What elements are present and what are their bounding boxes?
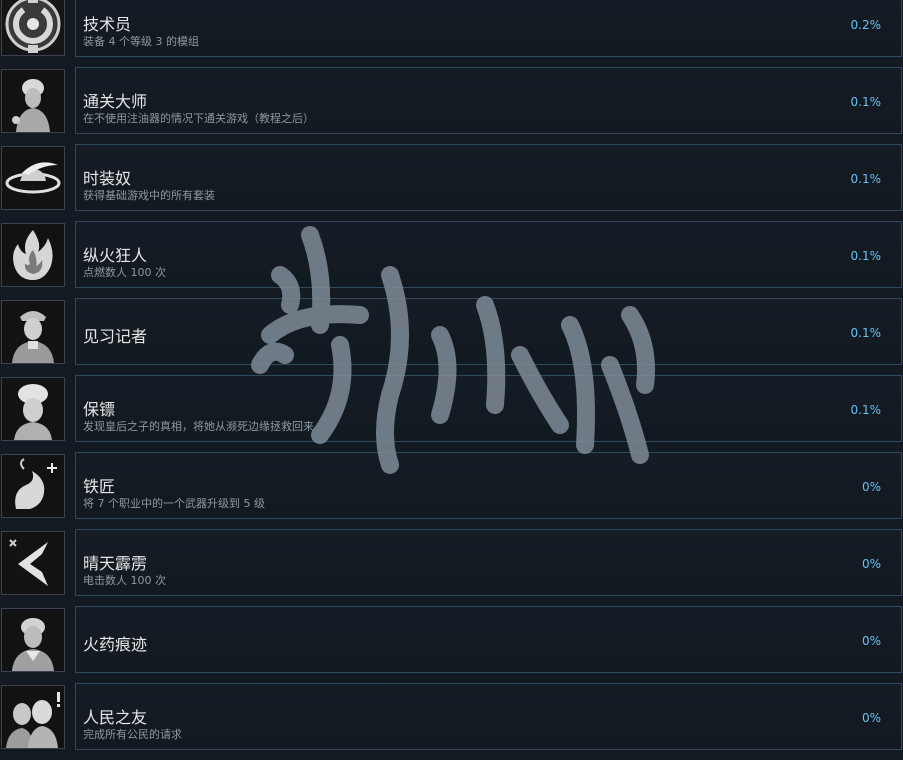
achievement-panel: 纵火狂人 点燃数人 100 次 0.1%: [75, 221, 902, 288]
gentleman-portrait-icon: [1, 608, 65, 672]
achievement-description: 点燃数人 100 次: [83, 266, 166, 279]
achievement-title: 晴天霹雳: [83, 554, 148, 573]
unlock-percentage: 0.1%: [850, 403, 882, 417]
queen-portrait-icon: [1, 377, 65, 441]
achievement-description: 完成所有公民的请求: [83, 728, 182, 741]
achievement-description: 将 7 个职业中的一个武器升级到 5 级: [83, 497, 265, 510]
achievement-description: 发现皇后之子的真相，将她从濒死边缘拯救回来: [83, 420, 314, 433]
achievement-panel: 铁匠 将 7 个职业中的一个武器升级到 5 级 0%: [75, 452, 902, 519]
achievement-title: 铁匠: [83, 477, 116, 496]
achievement-title: 火药痕迹: [83, 635, 148, 654]
achievement-title: 技术员: [83, 15, 132, 34]
achievement-row[interactable]: 火药痕迹 0%: [0, 606, 903, 683]
unlock-percentage: 0%: [861, 711, 881, 725]
achievement-title: 通关大师: [83, 92, 148, 111]
noble-lady-portrait-icon: [1, 69, 65, 133]
achievement-row[interactable]: 时装奴 获得基础游戏中的所有套装 0.1%: [0, 144, 903, 221]
reporter-portrait-icon: [1, 300, 65, 364]
achievement-row[interactable]: 铁匠 将 7 个职业中的一个武器升级到 5 级 0%: [0, 452, 903, 529]
unlock-percentage: 0%: [861, 634, 881, 648]
achievement-title: 纵火狂人: [83, 246, 148, 265]
achievement-title: 人民之友: [83, 708, 148, 727]
blacksmith-swirl-icon: [1, 454, 65, 518]
unlock-percentage: 0%: [861, 480, 881, 494]
achievement-panel: 通关大师 在不使用注油器的情况下通关游戏（教程之后） 0.1%: [75, 67, 902, 134]
achievement-title: 时装奴: [83, 169, 132, 188]
feathered-hat-icon: [1, 146, 65, 210]
achievement-description: 获得基础游戏中的所有套装: [83, 189, 215, 202]
achievement-panel: 时装奴 获得基础游戏中的所有套装 0.1%: [75, 144, 902, 211]
unlock-percentage: 0.1%: [850, 172, 882, 186]
achievement-panel: 见习记者 0.1%: [75, 298, 902, 365]
achievement-row[interactable]: 保镖 发现皇后之子的真相，将她从濒死边缘拯救回来 0.1%: [0, 375, 903, 452]
achievement-row[interactable]: 见习记者 0.1%: [0, 298, 903, 375]
achievement-list: 技术员 装备 4 个等级 3 的模组 0.2% 通关大师 在不使用注油器的情况下…: [0, 0, 903, 760]
achievement-row[interactable]: 通关大师 在不使用注油器的情况下通关游戏（教程之后） 0.1%: [0, 67, 903, 144]
unlock-percentage: 0.1%: [850, 95, 882, 109]
achievement-panel: 晴天霹雳 电击数人 100 次 0%: [75, 529, 902, 596]
citizens-portrait-icon: [1, 685, 65, 749]
achievement-row[interactable]: 人民之友 完成所有公民的请求 0%: [0, 683, 903, 760]
unlock-percentage: 0%: [861, 557, 881, 571]
gear-medallion-icon: [1, 0, 65, 56]
achievement-panel: 火药痕迹 0%: [75, 606, 902, 673]
lightning-bolt-icon: [1, 531, 65, 595]
achievement-description: 在不使用注油器的情况下通关游戏（教程之后）: [83, 112, 314, 125]
achievement-title: 见习记者: [83, 327, 148, 346]
achievement-panel: 技术员 装备 4 个等级 3 的模组 0.2%: [75, 0, 902, 57]
unlock-percentage: 0.1%: [850, 249, 882, 263]
achievement-panel: 人民之友 完成所有公民的请求 0%: [75, 683, 902, 750]
achievement-row[interactable]: 晴天霹雳 电击数人 100 次 0%: [0, 529, 903, 606]
achievement-description: 装备 4 个等级 3 的模组: [83, 35, 199, 48]
unlock-percentage: 0.1%: [850, 326, 882, 340]
achievement-panel: 保镖 发现皇后之子的真相，将她从濒死边缘拯救回来 0.1%: [75, 375, 902, 442]
achievement-description: 电击数人 100 次: [83, 574, 166, 587]
achievement-title: 保镖: [83, 400, 116, 419]
unlock-percentage: 0.2%: [850, 18, 882, 32]
achievement-row[interactable]: 纵火狂人 点燃数人 100 次 0.1%: [0, 221, 903, 298]
flame-icon: [1, 223, 65, 287]
achievement-row[interactable]: 技术员 装备 4 个等级 3 的模组 0.2%: [0, 0, 903, 67]
